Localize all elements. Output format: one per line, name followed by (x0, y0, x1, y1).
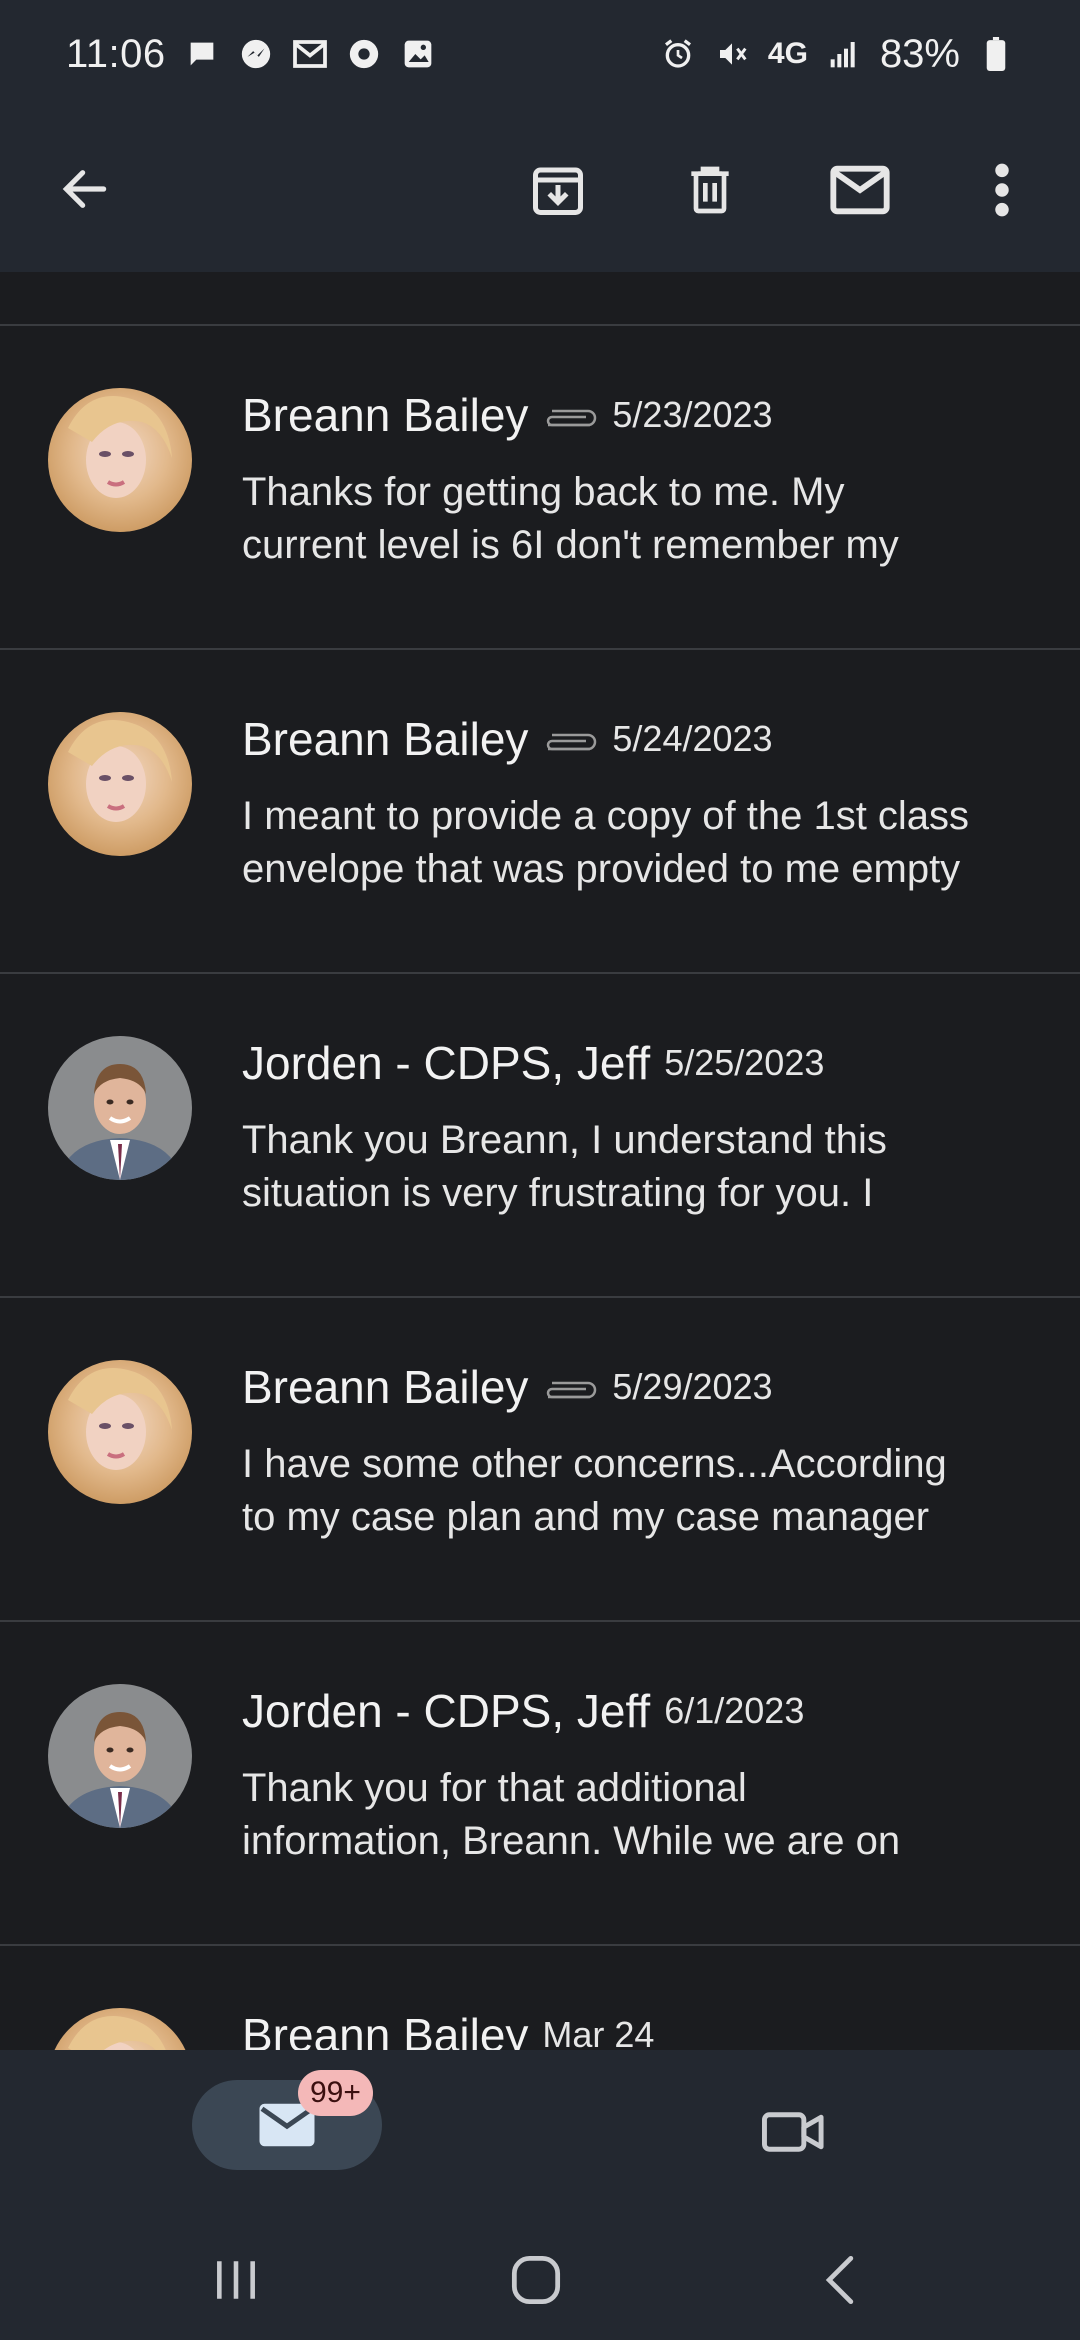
sender-name: Jorden - CDPS, Jeff (242, 1685, 651, 1737)
message-header: Jorden - CDPS, Jeff 6/1/2023 (242, 1684, 804, 1738)
snippet-line: envelope that was provided to me empty (242, 847, 961, 891)
attachment-icon (542, 732, 598, 756)
sender-name: Breann Bailey (242, 389, 529, 441)
battery-percent: 83% (879, 31, 960, 76)
delete-icon[interactable] (672, 152, 748, 228)
message-snippet: Thanks for getting back to me. My curren… (242, 466, 1042, 572)
chat-bubble-icon (184, 36, 220, 72)
snippet-line: Thanks for getting back to me. My (242, 470, 845, 514)
message-date: Mar 24 (542, 2014, 655, 2050)
message-snippet: Thank you for that additional informatio… (242, 1762, 1042, 1868)
avatar (48, 1360, 192, 1504)
message-header: Breann Bailey 5/29/2023 (242, 1360, 773, 1414)
message-date: 5/25/2023 (664, 1042, 825, 1083)
message-date: 6/1/2023 (664, 1690, 805, 1731)
attachment-icon (542, 408, 598, 432)
mute-icon (714, 36, 750, 72)
avatar (48, 388, 192, 532)
list-top-gap (0, 272, 1080, 324)
snippet-line: I meant to provide a copy of the 1st cla… (242, 794, 970, 838)
back-nav-icon[interactable] (800, 2240, 880, 2320)
message-header: Breann Bailey 5/23/2023 (242, 388, 773, 442)
message-date: 5/24/2023 (612, 718, 773, 759)
status-left: 11:06 (66, 32, 436, 77)
message-header: Breann Bailey 5/24/2023 (242, 712, 773, 766)
recent-apps-icon[interactable] (196, 2240, 276, 2320)
archive-icon[interactable] (520, 152, 596, 228)
avatar (48, 2008, 192, 2050)
status-time: 11:06 (66, 31, 166, 76)
snippet-line: current level is 6I don't remember my (242, 523, 899, 567)
status-bar: 11:06 4G 83% (0, 0, 1080, 108)
thread-message-list[interactable]: Breann Bailey 5/23/2023 Thanks for getti… (0, 324, 1080, 2050)
messenger-icon (238, 36, 274, 72)
signal-icon (826, 36, 862, 72)
snippet-line: I have some other concerns...According (242, 1442, 947, 1486)
message-header: Breann Bailey Mar 24 (242, 2008, 654, 2050)
list-item[interactable]: Breann Bailey 5/24/2023 I meant to provi… (0, 648, 1080, 972)
message-snippet: I meant to provide a copy of the 1st cla… (242, 790, 1042, 896)
snippet-line: situation is very frustrating for you. I (242, 1171, 874, 1215)
avatar (48, 1684, 192, 1828)
battery-icon (978, 36, 1014, 72)
snippet-line: to my case plan and my case manager (242, 1495, 930, 1539)
home-icon[interactable] (496, 2240, 576, 2320)
message-snippet: I have some other concerns...According t… (242, 1438, 1042, 1544)
message-snippet: Thank you Breann, I understand this situ… (242, 1114, 1042, 1220)
gallery-icon (400, 36, 436, 72)
system-navigation-bar (0, 2220, 1080, 2340)
attachment-icon (542, 1380, 598, 1404)
list-item[interactable]: Jorden - CDPS, Jeff 5/25/2023 Thank you … (0, 972, 1080, 1296)
message-date: 5/29/2023 (612, 1366, 773, 1407)
list-item[interactable]: Breann Bailey 5/23/2023 Thanks for getti… (0, 324, 1080, 648)
chrome-icon (346, 36, 382, 72)
bottom-navigation: 99+ (0, 2050, 1080, 2220)
gmail-icon (292, 36, 328, 72)
video-camera-icon (762, 2112, 824, 2152)
snippet-line: Thank you Breann, I understand this (242, 1118, 887, 1162)
sender-name: Breann Bailey (242, 2009, 529, 2050)
alarm-icon (660, 36, 696, 72)
list-item[interactable]: Jorden - CDPS, Jeff 6/1/2023 Thank you f… (0, 1620, 1080, 1944)
snippet-line: Thank you for that additional (242, 1766, 747, 1810)
sender-name: Breann Bailey (242, 1361, 529, 1413)
meet-tab[interactable] (756, 2094, 832, 2170)
list-item[interactable]: Breann Bailey 5/29/2023 I have some othe… (0, 1296, 1080, 1620)
message-date: 5/23/2023 (612, 394, 773, 435)
avatar (48, 1036, 192, 1180)
app-bar (0, 108, 1080, 272)
sender-name: Jorden - CDPS, Jeff (242, 1037, 651, 1089)
sender-name: Breann Bailey (242, 713, 529, 765)
snippet-line: information, Breann. While we are on (242, 1819, 901, 1863)
message-header: Jorden - CDPS, Jeff 5/25/2023 (242, 1036, 824, 1090)
mark-unread-icon[interactable] (822, 152, 898, 228)
avatar (48, 712, 192, 856)
network-type: 4G (767, 37, 808, 70)
more-vert-icon[interactable] (964, 152, 1040, 228)
status-right: 4G 83% (660, 32, 1014, 77)
back-arrow-icon[interactable] (50, 154, 120, 224)
list-item[interactable]: Breann Bailey Mar 24 (0, 1944, 1080, 2050)
unread-count-badge: 99+ (298, 2070, 373, 2116)
